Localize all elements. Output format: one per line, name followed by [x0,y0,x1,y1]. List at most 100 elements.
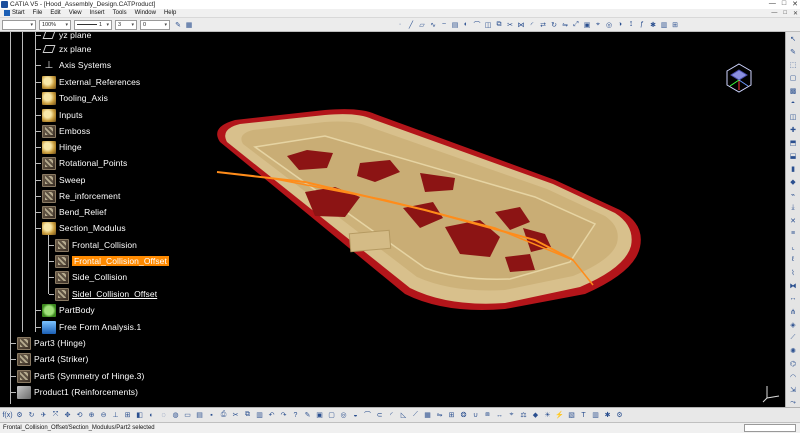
menu-edit[interactable]: Edit [46,10,64,16]
tree-node-emboss[interactable]: Emboss [36,124,90,138]
tree-node-zx-plane[interactable]: zx plane [36,42,91,56]
hide-show-icon[interactable]: ◌ [158,410,169,421]
translate-icon[interactable]: ⇄ [538,20,548,30]
extrude-icon[interactable]: ▤ [450,20,460,30]
menu-window[interactable]: Window [131,10,160,16]
tools-palette-icon[interactable]: ✱ [602,410,613,421]
tree-node-frontal-collision[interactable]: Frontal_Collision [49,238,137,252]
sweep-icon[interactable]: ⌒ [472,20,482,30]
slot-icon[interactable]: ⊂ [374,410,385,421]
parallel-curve-icon[interactable]: ≡ [787,228,799,239]
tree-node-side-collision[interactable]: Side_Collision [49,270,127,284]
maximize-button[interactable]: □ [782,0,786,8]
doc-close-button[interactable]: ✕ [793,10,798,17]
normal-view-icon[interactable]: ⊥ [110,410,121,421]
hood-model[interactable] [175,32,785,407]
annotation-icon[interactable]: T [578,410,589,421]
boundary-icon[interactable]: ▢ [787,72,799,83]
rect-pattern-icon[interactable]: ⊞ [446,410,457,421]
zoom-in-icon[interactable]: ⊕ [86,410,97,421]
tree-node-bend-relief[interactable]: Bend_Relief [36,205,106,219]
properties-icon[interactable]: ▦ [184,20,194,30]
intersection-icon[interactable]: ✕ [787,215,799,226]
draft-icon[interactable]: ⟋ [410,410,421,421]
menu-view[interactable]: View [65,10,86,16]
offset-icon[interactable]: ◫ [483,20,493,30]
law-icon[interactable]: ƒ [637,20,647,30]
curvature-icon[interactable]: ⟟ [626,20,636,30]
zoom-out-icon[interactable]: ⊖ [98,410,109,421]
measure-item-icon[interactable]: ⌖ [506,410,517,421]
menu-file[interactable]: File [29,10,47,16]
revolve-icon[interactable]: ◐ [461,20,471,30]
reflect-line-icon[interactable]: ⟋ [787,332,799,343]
iso-view-icon[interactable]: ◧ [134,410,145,421]
save-icon[interactable]: ▪ [206,410,217,421]
multi-view-icon[interactable]: ⊞ [122,410,133,421]
menu-help[interactable]: Help [160,10,180,16]
symmetry-icon[interactable]: ⇋ [560,20,570,30]
mirror-icon[interactable]: ⇋ [434,410,445,421]
corner-icon[interactable]: ⌞ [787,241,799,252]
shell-icon[interactable]: ▦ [422,410,433,421]
close-button[interactable]: ✕ [792,0,798,8]
menu-tools[interactable]: Tools [109,10,131,16]
blend-icon[interactable]: ◓ [787,98,799,109]
edge-fillet-icon[interactable]: ◜ [386,410,397,421]
spine-icon[interactable]: ⌇ [787,267,799,278]
select-icon[interactable]: ↖ [787,33,799,44]
tree-node-inputs[interactable]: Inputs [36,108,83,122]
tree-node-free-form-analysis[interactable]: Free Form Analysis.1 [36,320,141,334]
pan-icon[interactable]: ✥ [62,410,73,421]
measure-between-icon[interactable]: ↔ [494,410,505,421]
pad-icon[interactable]: ▣ [314,410,325,421]
trim-icon[interactable]: ⋈ [516,20,526,30]
fly-mode-icon[interactable]: ✈ [38,410,49,421]
multi-section-icon[interactable]: ◫ [787,111,799,122]
layer-select[interactable]: 0 ▾ [140,19,170,30]
tree-node-frontal-collision-offset[interactable]: Frontal_Collision_Offset [49,254,169,268]
scale-icon[interactable]: ⤢ [571,20,581,30]
bump-icon[interactable]: ◠ [787,371,799,382]
draft-analysis-icon[interactable]: ◑ [615,20,625,30]
sketch-icon[interactable]: ✎ [787,46,799,57]
tree-node-external-references[interactable]: External_References [36,75,140,89]
3d-viewport[interactable] [175,32,785,407]
swap-visible-icon[interactable]: ◍ [170,410,181,421]
pattern-icon[interactable]: ▣ [582,20,592,30]
compass-icon[interactable] [724,62,754,96]
boolean-icon[interactable]: ∪ [470,410,481,421]
copy-icon[interactable]: ⧉ [242,410,253,421]
measure-icon[interactable]: ⌖ [593,20,603,30]
catalog-icon[interactable]: ▥ [659,20,669,30]
join-icon[interactable]: ⧉ [494,20,504,30]
command-input[interactable] [744,424,796,432]
catalog-browser-icon[interactable]: ▥ [590,410,601,421]
healing-icon[interactable]: ✚ [787,124,799,135]
painter-icon[interactable]: ✎ [173,20,183,30]
helix-icon[interactable]: ℓ [787,254,799,265]
disassemble-icon[interactable]: ⬓ [787,150,799,161]
menu-start[interactable]: Start [0,10,29,16]
options-icon[interactable]: ⚙ [614,410,625,421]
tree-node-tooling-axis[interactable]: Tooling_Axis [36,91,108,105]
print-icon[interactable]: ⎙ [218,410,229,421]
tree-node-section-modulus[interactable]: Section_Modulus [36,221,126,235]
rib-icon[interactable]: ⌒ [362,410,373,421]
undo-icon[interactable]: ↶ [266,410,277,421]
knowledge-icon[interactable]: ✱ [648,20,658,30]
fill-icon[interactable]: ▩ [787,85,799,96]
menu-insert[interactable]: Insert [86,10,109,16]
new-icon[interactable]: ▭ [182,410,193,421]
curve-icon[interactable]: ∿ [428,20,438,30]
tree-node-partbody[interactable]: PartBody [36,303,95,317]
assemble-icon[interactable]: ⧈ [482,410,493,421]
porcupine-icon[interactable]: ⋔ [787,306,799,317]
connect-icon[interactable]: ⌁ [787,189,799,200]
rule-icon[interactable]: ⚙ [14,410,25,421]
redo-icon[interactable]: ↷ [278,410,289,421]
analysis-icon[interactable]: ◎ [604,20,614,30]
cut-icon[interactable]: ✂ [230,410,241,421]
update-icon[interactable]: ↻ [26,410,37,421]
circ-pattern-icon[interactable]: ❂ [458,410,469,421]
